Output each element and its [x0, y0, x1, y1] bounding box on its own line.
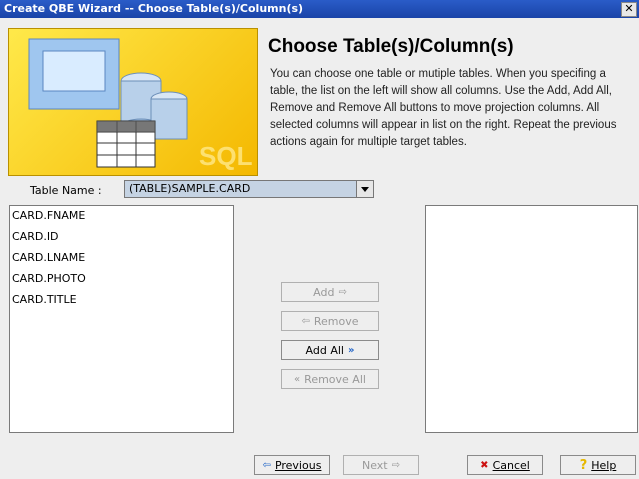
page-heading: Choose Table(s)/Column(s) — [268, 36, 514, 57]
database-table-illustration: SQL — [28, 38, 253, 171]
chevron-down-icon[interactable] — [356, 181, 373, 197]
list-item[interactable]: CARD.ID — [12, 230, 59, 243]
help-button[interactable]: ? Help — [560, 455, 636, 475]
arrow-right-icon: ⇨ — [338, 286, 347, 298]
arrow-left-icon: ⇦ — [262, 459, 271, 471]
add-button[interactable]: Add ⇨ — [281, 282, 379, 302]
remove-all-button-label: Remove All — [304, 372, 366, 386]
previous-button-label: Previous — [274, 458, 322, 472]
add-all-button-label: Add All — [305, 343, 344, 357]
list-item[interactable]: CARD.PHOTO — [12, 272, 86, 285]
double-arrow-right-icon: » — [347, 344, 355, 356]
arrow-left-icon: ⇦ — [301, 315, 310, 327]
close-button[interactable]: ✕ — [621, 2, 637, 17]
next-button[interactable]: Next ⇨ — [343, 455, 419, 475]
svg-text:SQL: SQL — [199, 141, 253, 171]
previous-button[interactable]: ⇦ Previous — [254, 455, 330, 475]
x-mark-icon: ✖ — [480, 459, 489, 471]
table-name-label: Table Name : — [30, 184, 102, 197]
next-button-label: Next — [361, 458, 388, 472]
available-columns-list[interactable]: CARD.FNAME CARD.ID CARD.LNAME CARD.PHOTO… — [9, 205, 234, 433]
remove-button-label: Remove — [313, 314, 359, 328]
question-mark-icon: ? — [579, 457, 588, 473]
table-name-dropdown[interactable]: (TABLE)SAMPLE.CARD — [124, 180, 374, 198]
cancel-button[interactable]: ✖ Cancel — [467, 455, 543, 475]
arrow-right-icon: ⇨ — [391, 459, 401, 471]
selected-columns-list[interactable] — [425, 205, 638, 433]
list-item[interactable]: CARD.TITLE — [12, 293, 77, 306]
wizard-banner-image: SQL — [8, 28, 258, 176]
cancel-button-label: Cancel — [492, 458, 530, 472]
table-name-value: (TABLE)SAMPLE.CARD — [129, 182, 251, 195]
list-item[interactable]: CARD.LNAME — [12, 251, 85, 264]
page-description: You can choose one table or mutiple tabl… — [270, 68, 617, 148]
add-button-label: Add — [313, 285, 335, 299]
window-title: Create QBE Wizard -- Choose Table(s)/Col… — [4, 2, 304, 15]
add-all-button[interactable]: Add All » — [281, 340, 379, 360]
title-bar: Create QBE Wizard -- Choose Table(s)/Col… — [0, 0, 639, 18]
list-item[interactable]: CARD.FNAME — [12, 209, 85, 222]
double-arrow-left-icon: « — [294, 373, 301, 385]
remove-all-button[interactable]: « Remove All — [281, 369, 379, 389]
remove-button[interactable]: ⇦ Remove — [281, 311, 379, 331]
help-button-label: Help — [591, 458, 617, 472]
